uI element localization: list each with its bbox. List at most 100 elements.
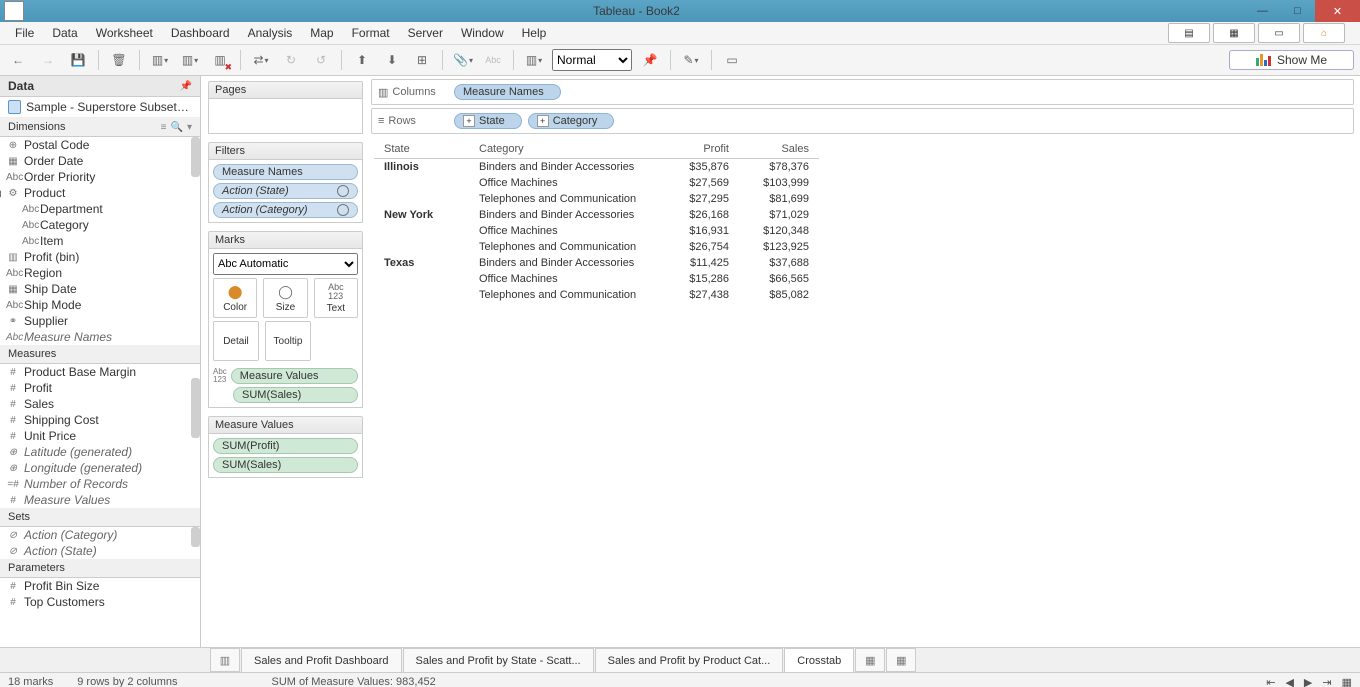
chart-type-icon[interactable]: ▥	[522, 48, 546, 72]
mark-size-button[interactable]: ◯Size	[263, 278, 307, 318]
field-action-state-[interactable]: ⊘Action (State)	[0, 543, 200, 559]
field-order-date[interactable]: ▦Order Date	[0, 153, 200, 169]
menu-server[interactable]: Server	[399, 26, 452, 40]
columns-pill-measure-names[interactable]: Measure Names	[454, 84, 561, 100]
datasource-row[interactable]: Sample - Superstore Subset (E...)	[0, 97, 200, 118]
field-product-base-margin[interactable]: #Product Base Margin	[0, 364, 200, 380]
menu-file[interactable]: File	[6, 26, 43, 40]
col-profit[interactable]: Profit	[664, 140, 739, 159]
filters-card[interactable]: Measure Names Action (State) Action (Categ…	[208, 160, 363, 223]
sort-desc-icon[interactable]: ⬇	[380, 48, 404, 72]
search-icon[interactable]: 🔍	[171, 122, 183, 133]
table-row[interactable]: Telephones and Communication$27,295$81,6…	[374, 191, 819, 207]
field-top-customers[interactable]: #Top Customers	[0, 594, 200, 610]
field-measure-values[interactable]: #Measure Values	[0, 492, 200, 508]
filter-pill[interactable]: Action (Category)	[213, 202, 358, 218]
view-icon[interactable]: ≡	[161, 122, 167, 133]
duplicate-sheet-icon[interactable]: ▥	[178, 48, 202, 72]
field-shipping-cost[interactable]: #Shipping Cost	[0, 412, 200, 428]
presentation-icon[interactable]: ▭	[1258, 23, 1300, 43]
mark-detail-button[interactable]: Detail	[213, 321, 259, 361]
field-profit-bin-size[interactable]: #Profit Bin Size	[0, 578, 200, 594]
col-sales[interactable]: Sales	[739, 140, 819, 159]
rows-pill-state[interactable]: +State	[454, 113, 522, 129]
pages-card[interactable]	[208, 99, 363, 134]
clear-sheet-icon[interactable]: ▥✖	[208, 48, 232, 72]
menu-window[interactable]: Window	[452, 26, 513, 40]
field-product[interactable]: ◢⚙Product	[0, 185, 200, 201]
col-category[interactable]: Category	[469, 140, 664, 159]
tab-product[interactable]: Sales and Profit by Product Cat...	[595, 648, 784, 672]
field-order-priority[interactable]: AbcOrder Priority	[0, 169, 200, 185]
mark-text-button[interactable]: Abc123Text	[314, 278, 358, 318]
save-icon[interactable]: 💾	[66, 48, 90, 72]
highlight-icon[interactable]: ✎	[679, 48, 703, 72]
rows-pill-category[interactable]: +Category	[528, 113, 615, 129]
field-action-category-[interactable]: ⊘Action (Category)	[0, 527, 200, 543]
nav-first-icon[interactable]: ⇤	[1266, 676, 1275, 687]
tab-scatter[interactable]: Sales and Profit by State - Scatt...	[403, 648, 594, 672]
mark-type-select[interactable]: Abc Automatic	[213, 253, 358, 275]
home-icon[interactable]: ⌂	[1303, 23, 1345, 43]
table-row[interactable]: TexasBinders and Binder Accessories$11,4…	[374, 255, 819, 271]
field-profit-bin-[interactable]: ▥Profit (bin)	[0, 249, 200, 265]
undo-icon[interactable]: ↻	[279, 48, 303, 72]
field-longitude-generated-[interactable]: ⊕Longitude (generated)	[0, 460, 200, 476]
field-ship-mode[interactable]: AbcShip Mode	[0, 297, 200, 313]
measure-values-card[interactable]: SUM(Profit) SUM(Sales)	[208, 434, 363, 478]
table-row[interactable]: Office Machines$16,931$120,348	[374, 223, 819, 239]
swap-icon[interactable]: ⇄	[249, 48, 273, 72]
field-category[interactable]: AbcCategory	[0, 217, 200, 233]
menu-format[interactable]: Format	[343, 26, 399, 40]
field-latitude-generated-[interactable]: ⊕Latitude (generated)	[0, 444, 200, 460]
pin-icon[interactable]: 📌	[638, 48, 662, 72]
nav-grid-icon[interactable]: ▦	[1342, 676, 1352, 687]
tab-dashboard[interactable]: Sales and Profit Dashboard	[241, 648, 402, 672]
fit-select[interactable]: Normal	[552, 49, 632, 71]
group-icon[interactable]: ⊞	[410, 48, 434, 72]
attach-icon[interactable]: 📎	[451, 48, 475, 72]
tab-filmstrip-icon[interactable]: ▥	[210, 648, 240, 672]
col-state[interactable]: State	[374, 140, 469, 159]
new-sheet-icon[interactable]: ▥	[148, 48, 172, 72]
field-profit[interactable]: #Profit	[0, 380, 200, 396]
minimize-button[interactable]: —	[1245, 0, 1280, 22]
filter-pill[interactable]: Action (State)	[213, 183, 358, 199]
field-sales[interactable]: #Sales	[0, 396, 200, 412]
filter-pill[interactable]: Measure Names	[213, 164, 358, 180]
table-row[interactable]: Office Machines$27,569$103,999	[374, 175, 819, 191]
table-row[interactable]: New YorkBinders and Binder Accessories$2…	[374, 207, 819, 223]
show-me-button[interactable]: Show Me	[1229, 50, 1354, 70]
mv-pill-sum-sales[interactable]: SUM(Sales)	[213, 457, 358, 473]
dashboard-toggle-icon[interactable]: ▦	[1213, 23, 1255, 43]
marks-pill-sum-sales[interactable]: SUM(Sales)	[233, 387, 358, 403]
field-postal-code[interactable]: ⊕Postal Code	[0, 137, 200, 153]
close-button[interactable]: ✕	[1315, 0, 1360, 22]
new-worksheet-icon[interactable]: ▦	[855, 648, 885, 672]
field-ship-date[interactable]: ▦Ship Date	[0, 281, 200, 297]
new-dashboard-icon[interactable]: ▦	[886, 648, 916, 672]
field-item[interactable]: AbcItem	[0, 233, 200, 249]
mark-color-button[interactable]: ⬤Color	[213, 278, 257, 318]
back-icon[interactable]: ←	[6, 48, 30, 72]
table-row[interactable]: Office Machines$15,286$66,565	[374, 271, 819, 287]
cards-toggle-icon[interactable]: ▤	[1168, 23, 1210, 43]
field-measure-names[interactable]: AbcMeasure Names	[0, 329, 200, 345]
field-supplier[interactable]: ⚭Supplier	[0, 313, 200, 329]
mark-tooltip-button[interactable]: Tooltip	[265, 321, 311, 361]
menu-analysis[interactable]: Analysis	[239, 26, 302, 40]
mv-pill-sum-profit[interactable]: SUM(Profit)	[213, 438, 358, 454]
table-row[interactable]: IllinoisBinders and Binder Accessories$3…	[374, 159, 819, 176]
table-row[interactable]: Telephones and Communication$27,438$85,0…	[374, 287, 819, 303]
field-department[interactable]: AbcDepartment	[0, 201, 200, 217]
tab-crosstab[interactable]: Crosstab	[784, 648, 854, 672]
nav-last-icon[interactable]: ⇥	[1322, 676, 1331, 687]
nav-prev-icon[interactable]: ◀	[1285, 676, 1293, 687]
sort-asc-icon[interactable]: ⬆	[350, 48, 374, 72]
marks-pill-measure-values[interactable]: Measure Values	[231, 368, 358, 384]
columns-shelf[interactable]: ▥Columns Measure Names	[371, 79, 1354, 105]
forward-icon[interactable]: →	[36, 48, 60, 72]
field-unit-price[interactable]: #Unit Price	[0, 428, 200, 444]
maximize-button[interactable]: □	[1280, 0, 1315, 22]
menu-dashboard[interactable]: Dashboard	[162, 26, 239, 40]
